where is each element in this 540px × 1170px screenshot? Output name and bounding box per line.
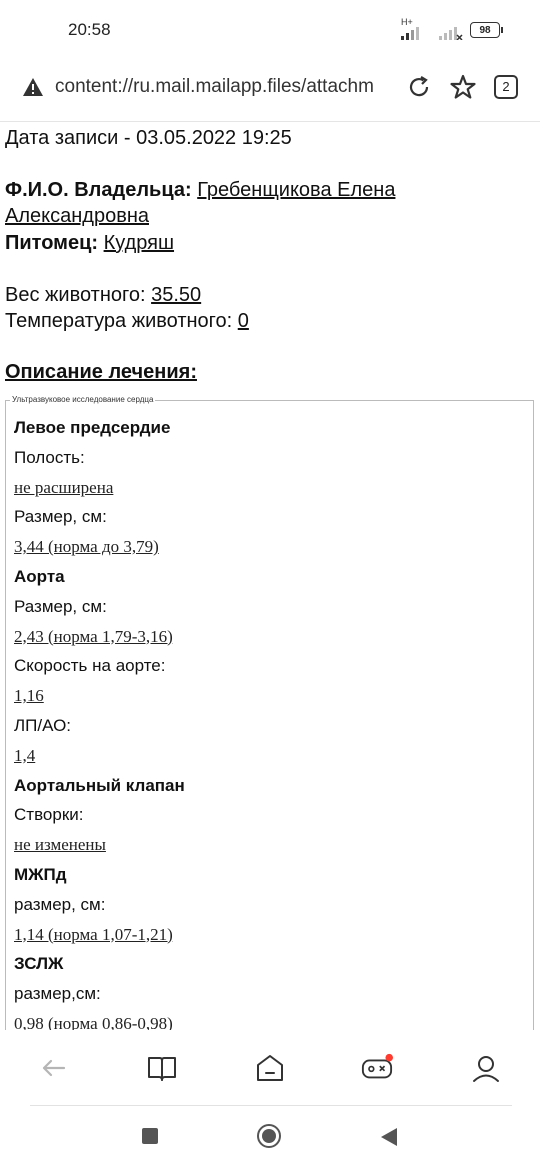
back-triangle-icon[interactable] bbox=[380, 1127, 398, 1147]
pet-name[interactable]: Кудряш bbox=[104, 232, 174, 254]
exam-label-row: размер, см: bbox=[14, 894, 106, 914]
system-nav-bar bbox=[0, 1106, 540, 1170]
star-icon[interactable] bbox=[449, 73, 477, 101]
signal-2-icon bbox=[439, 27, 463, 40]
exam-label-row: Размер, см: bbox=[14, 507, 107, 527]
exam-heading-row: ЗСЛЖ bbox=[14, 954, 64, 974]
recents-square-icon[interactable] bbox=[142, 1128, 158, 1144]
exam-legend: Ультразвуковое исследование сердца bbox=[10, 395, 156, 404]
status-bar: 20:58 H+ 98 bbox=[0, 0, 540, 62]
exam-heading-row: МЖПд bbox=[14, 865, 67, 884]
owner-label: Ф.И.О. Владельца: bbox=[5, 179, 192, 201]
description-title: Описание лечения: bbox=[5, 361, 197, 383]
exam-heading-row: Аортальный клапан bbox=[14, 775, 185, 795]
exam-value-row[interactable]: не расширена bbox=[14, 478, 113, 498]
owner-name[interactable]: Гребенщикова Елена bbox=[197, 179, 395, 201]
temperature-line: Температура животного: 0 bbox=[5, 310, 249, 333]
exam-fieldset: Ультразвуковое исследование сердца Левое… bbox=[5, 395, 534, 1060]
weight-label: Вес животного: bbox=[5, 284, 146, 306]
exam-value-row[interactable]: не изменены bbox=[14, 835, 106, 855]
exam-value-row[interactable]: 1,14 (норма 1,07-1,21) bbox=[14, 925, 173, 945]
owner-name-cont[interactable]: Александровна bbox=[5, 205, 149, 227]
book-icon[interactable] bbox=[146, 1052, 178, 1084]
temperature-label: Температура животного: bbox=[5, 310, 233, 332]
reload-icon[interactable] bbox=[406, 74, 432, 100]
address-divider bbox=[0, 121, 540, 122]
exam-heading-row: Левое предсердие bbox=[14, 418, 171, 437]
address-bar: content://ru.mail.mailapp.files/attachm … bbox=[0, 62, 540, 118]
exam-value-row[interactable]: 1,16 bbox=[14, 686, 44, 706]
exam-label-row: размер,см: bbox=[14, 984, 101, 1004]
exam-label-row: ЛП/АО: bbox=[14, 716, 72, 735]
exam-value-row[interactable]: 2,43 (норма 1,79-3,16) bbox=[14, 627, 173, 647]
tabs-icon[interactable]: 2 bbox=[494, 75, 518, 99]
notification-dot bbox=[385, 1053, 393, 1062]
home-circle-icon[interactable] bbox=[256, 1123, 282, 1149]
status-time: 20:58 bbox=[68, 20, 111, 39]
weight-line: Вес животного: 35.50 bbox=[5, 284, 201, 307]
profile-icon[interactable] bbox=[470, 1052, 502, 1084]
exam-label-row: Скорость на аорте: bbox=[14, 656, 166, 676]
record-date: Дата записи - 03.05.2022 19:25 bbox=[5, 127, 292, 149]
warning-icon[interactable] bbox=[22, 76, 44, 98]
pet-label: Питомец: bbox=[5, 232, 99, 254]
url-field[interactable]: content://ru.mail.mailapp.files/attachm bbox=[55, 76, 387, 98]
browser-bottom-nav bbox=[0, 1030, 540, 1105]
temperature-value[interactable]: 0 bbox=[238, 310, 249, 332]
status-icons: H+ 98 bbox=[398, 17, 508, 44]
exam-label-row: Размер, см: bbox=[14, 596, 107, 616]
exam-heading-row: Аорта bbox=[14, 567, 65, 586]
battery-icon: 98 bbox=[470, 22, 503, 38]
exam-value-row[interactable]: 1,4 bbox=[14, 746, 35, 766]
owner-line: Ф.И.О. Владельца: Гребенщикова Елена bbox=[5, 179, 395, 202]
exam-label-row: Створки: bbox=[14, 805, 84, 825]
weight-value[interactable]: 35.50 bbox=[151, 284, 201, 306]
exam-label-row: Полость: bbox=[14, 447, 85, 467]
exam-value-row[interactable]: 3,44 (норма до 3,79) bbox=[14, 537, 159, 557]
pet-line: Питомец: Кудряш bbox=[5, 232, 174, 255]
signal-icon bbox=[401, 27, 419, 40]
back-arrow-icon[interactable] bbox=[38, 1052, 70, 1084]
owner-line-cont: Александровна bbox=[5, 205, 149, 228]
home-icon[interactable] bbox=[254, 1052, 286, 1084]
gamepad-icon[interactable] bbox=[361, 1052, 393, 1084]
